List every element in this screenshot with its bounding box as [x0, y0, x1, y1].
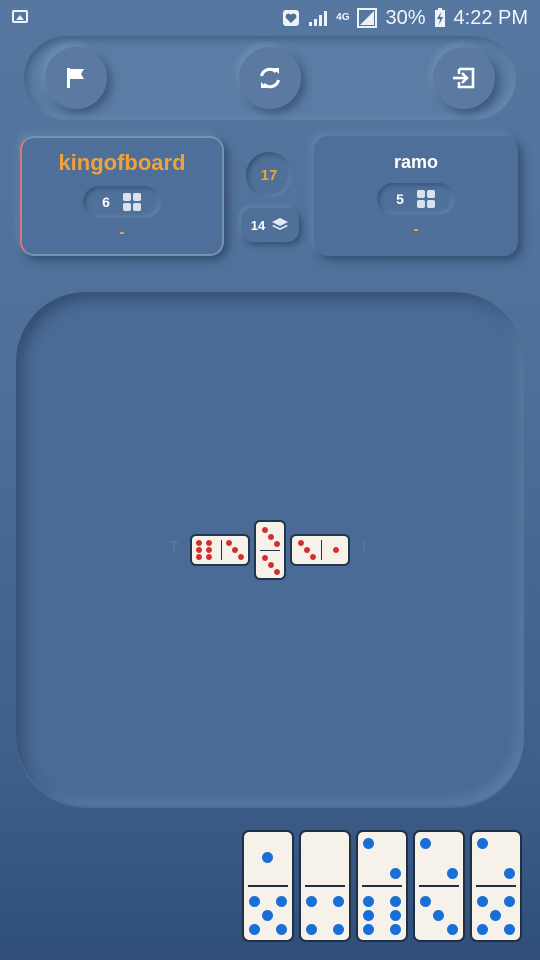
boneyard-counter[interactable]: 14	[241, 208, 299, 242]
turn-timer: 17	[246, 152, 292, 198]
board-tile-3-3	[254, 520, 286, 580]
battery-percent: 30%	[385, 6, 426, 29]
board-edge-marker-left: T	[170, 538, 179, 554]
tiles-grid-icon	[122, 193, 141, 211]
status-bar: 4G 30% 4:22 PM	[0, 0, 540, 36]
hand-tile-1-5[interactable]	[242, 830, 294, 942]
resign-button[interactable]	[45, 47, 107, 109]
tile-count: 6	[102, 194, 110, 210]
player-card-1: kingofboard 6 -	[20, 136, 224, 256]
refresh-icon	[260, 67, 280, 89]
heart-notification-icon	[283, 10, 300, 26]
flag-icon	[67, 68, 84, 88]
refresh-button[interactable]	[239, 47, 301, 109]
tile-count-pill: 6	[83, 186, 161, 218]
exit-icon	[453, 67, 475, 89]
tile-count-pill: 5	[377, 183, 455, 215]
game-toolbar	[24, 36, 516, 120]
tiles-grid-icon	[416, 190, 435, 208]
boneyard-count: 14	[250, 217, 266, 233]
hand-tile-2-5[interactable]	[470, 830, 522, 942]
player-name: ramo	[393, 152, 438, 172]
hand-tile-2-6[interactable]	[356, 830, 408, 942]
battery-charging-icon	[434, 8, 445, 27]
signal-2-icon	[357, 8, 378, 28]
player-name: kingofboard	[58, 150, 186, 175]
board-tile-3-1	[290, 534, 350, 566]
exit-button[interactable]	[433, 47, 495, 109]
network-type: 4G	[336, 12, 350, 23]
board-tile-6-3	[190, 534, 250, 566]
tile-count: 5	[396, 191, 404, 207]
signal-icon	[309, 11, 328, 26]
layers-icon	[272, 218, 289, 230]
player-score: -	[413, 221, 419, 238]
clock: 4:22 PM	[453, 6, 528, 29]
hand-tile-0-4[interactable]	[299, 830, 351, 942]
player-card-2: ramo 5 -	[314, 136, 518, 256]
board-edge-marker-right: I	[362, 538, 366, 554]
player-score: -	[119, 224, 125, 241]
hand-tile-2-3[interactable]	[413, 830, 465, 942]
gallery-notification-icon	[12, 10, 28, 23]
